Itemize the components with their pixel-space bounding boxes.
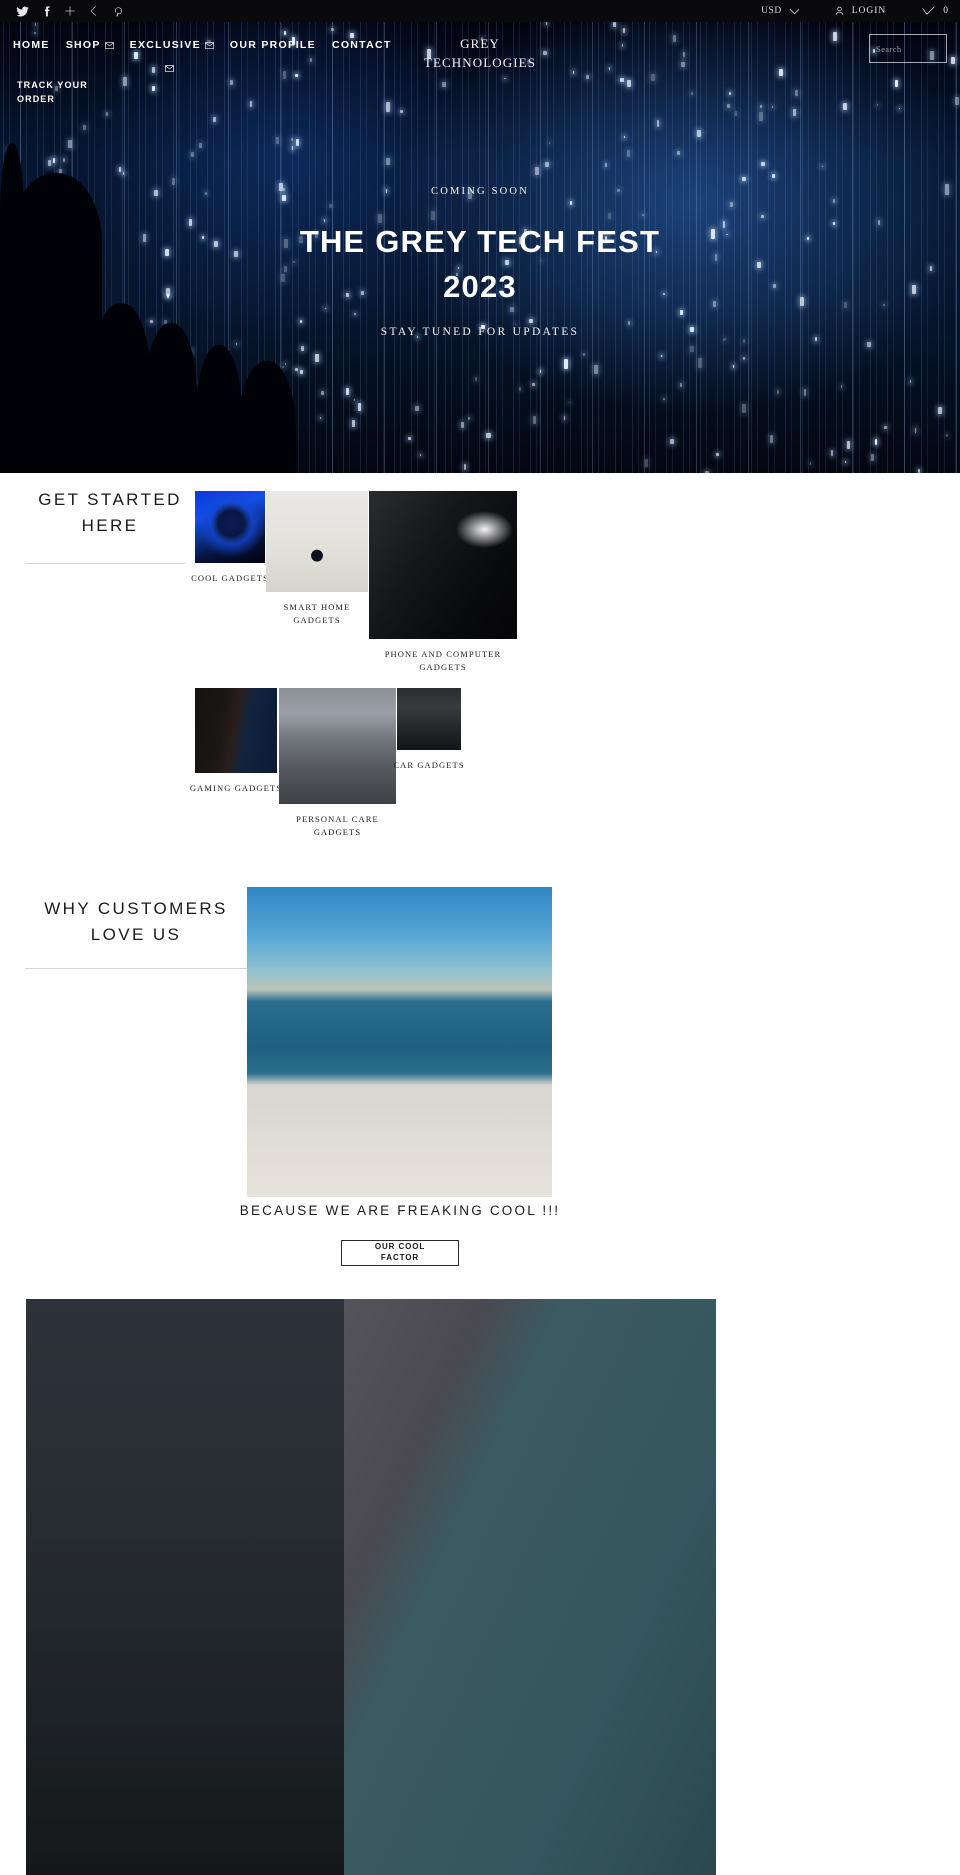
our-cool-factor-button[interactable]: OUR COOL FACTOR (341, 1240, 459, 1266)
gaming-setup-photo (195, 688, 277, 773)
currency-selector[interactable]: USD (761, 6, 800, 16)
category-label: PHONE AND COMPUTER GADGETS (384, 649, 502, 673)
social-links (0, 0, 130, 22)
get-started-heading: GET STARTED HERE (38, 490, 182, 535)
logo-line-1: GREY (460, 36, 500, 51)
category-card-car[interactable]: CAR GADGETS (393, 688, 464, 772)
laptop-mouse-photo (369, 491, 517, 639)
plus-icon[interactable] (58, 0, 82, 22)
cart-button[interactable]: 0 (922, 6, 948, 16)
topbar-right-group: USD LOGIN 0 (761, 5, 960, 17)
category-label: CAR GADGETS (393, 760, 465, 770)
get-started-divider (25, 563, 185, 564)
user-icon (835, 6, 843, 16)
office-glass-meeting-photo (26, 1299, 344, 1875)
why-caption: BECAUSE WE ARE FREAKING COOL !!! (239, 1203, 561, 1218)
bottom-image-strip (26, 1299, 716, 1875)
currency-label: USD (761, 6, 782, 16)
category-card-phone-computer[interactable]: PHONE AND COMPUTER GADGETS (369, 491, 517, 674)
why-heading: WHY CUSTOMERS LOVE US (44, 899, 228, 945)
man-on-sofa-photo (344, 1299, 716, 1875)
hero-title: THE GREY TECH FEST 2023 (0, 220, 960, 310)
chevron-down-icon (789, 8, 799, 14)
login-label: LOGIN (851, 6, 887, 16)
logo-line-2: TECHNOLOGIES (423, 54, 537, 70)
hero-title-line2: 2023 (443, 268, 517, 304)
login-button[interactable]: LOGIN (834, 5, 887, 17)
category-label: PERSONAL CARE GADGETS (296, 814, 379, 838)
pinterest-icon[interactable] (106, 0, 130, 22)
main-navigation: HOME SHOP EXCLUSIVE OUR PROFILE CONTACT … (0, 22, 960, 104)
cart-count: 0 (943, 6, 948, 16)
search-input[interactable] (876, 43, 960, 54)
category-label: SMART HOME GADGETS (283, 602, 351, 626)
twitter-icon[interactable] (10, 0, 34, 22)
our-cool-factor-label: OUR COOL FACTOR (375, 1242, 425, 1264)
button-line-1: OUR COOL (374, 1242, 426, 1252)
site-logo[interactable]: GREY TECHNOLOGIES (0, 35, 960, 73)
search-box[interactable] (869, 34, 960, 63)
top-utility-bar: USD LOGIN 0 (0, 0, 960, 22)
facebook-icon[interactable] (34, 0, 58, 22)
man-laptop-seaside-photo (247, 887, 552, 1197)
category-card-smart-home[interactable]: SMART HOME GADGETS (266, 491, 368, 627)
hero-subtitle: STAY TUNED FOR UPDATES (380, 326, 580, 338)
track-order-link[interactable]: TRACK YOUR ORDER (17, 79, 107, 106)
smartwatch-photo (195, 491, 265, 563)
thermostat-photo (266, 491, 368, 592)
button-line-2: FACTOR (380, 1253, 420, 1262)
hero-eyebrow: COMING SOON (431, 186, 529, 197)
why-divider (25, 968, 247, 969)
red-car-photo (397, 688, 461, 750)
fitness-woman-photo (279, 688, 396, 804)
cart-check-icon (922, 6, 935, 15)
chevron-left-icon[interactable] (82, 0, 106, 22)
hero-title-line1: THE GREY TECH FEST (299, 224, 661, 259)
